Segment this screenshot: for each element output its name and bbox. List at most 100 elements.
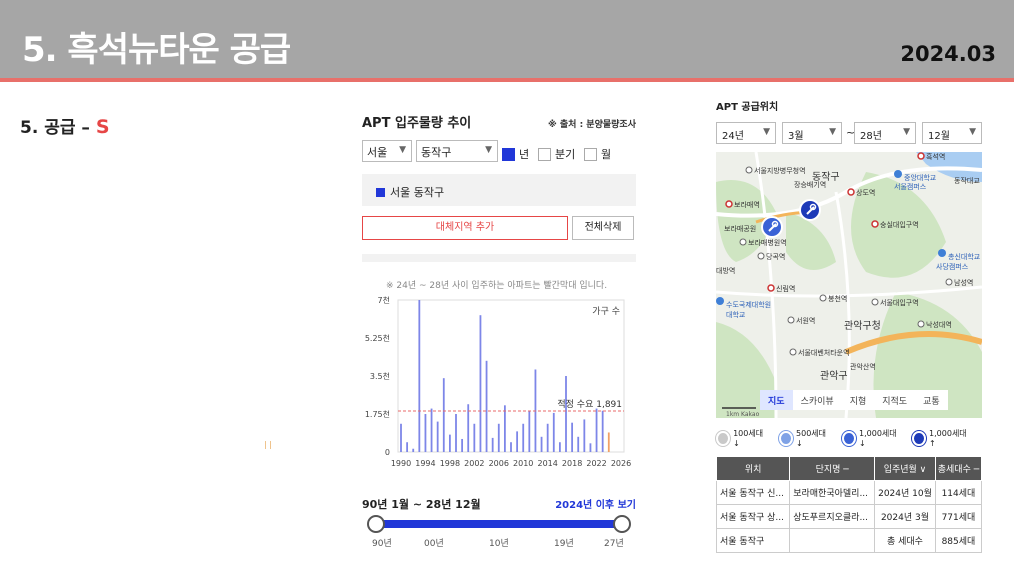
map-canvas[interactable]: 흑석역서울지방병무청역동작구장승배기역중앙대학교서울캠퍼스상도역동작대교보라매역… (716, 152, 982, 418)
column-header-complex[interactable]: 단지명 ─ (789, 456, 876, 481)
bar[interactable] (418, 300, 421, 452)
period-option-label: 월 (601, 148, 612, 161)
from-year-select[interactable]: 24년 ▼ (716, 122, 776, 144)
bar[interactable] (583, 419, 586, 452)
map-pin-icon (911, 430, 927, 446)
bar[interactable] (436, 421, 439, 452)
to-month-value: 12월 (928, 131, 950, 142)
bar[interactable] (601, 410, 604, 452)
to-year-select[interactable]: 28년 ▼ (854, 122, 916, 144)
period-range-label: 90년 1월 ~ 28년 12월 (362, 498, 481, 511)
bar[interactable] (491, 437, 494, 452)
station-icon (871, 220, 879, 228)
bar[interactable] (577, 436, 580, 452)
bar[interactable] (497, 423, 500, 452)
station-icon (917, 320, 925, 328)
cell-households: 114세대 (934, 480, 983, 505)
map-place-label: 중앙대학교 (904, 173, 937, 182)
bar[interactable] (455, 414, 457, 452)
period-option-quarter[interactable]: 분기 (538, 146, 575, 162)
bar[interactable] (522, 423, 525, 452)
city-select[interactable]: 서울 ▼ (362, 140, 412, 162)
map-place-label: 대학교 (726, 310, 746, 319)
to-month-select[interactable]: 12월 ▼ (922, 122, 982, 144)
bar[interactable] (424, 414, 427, 452)
bar[interactable] (485, 360, 488, 452)
legend-item: 1,000세대 ↓ (841, 428, 902, 448)
y-tick-label: 3.5천 (370, 371, 390, 381)
district-select[interactable]: 동작구 ▼ (416, 140, 498, 162)
region-color-swatch (376, 187, 385, 197)
table-row[interactable]: 서울 동작구 상... 상도푸르지오클라... 2024년 3월 771세대 (715, 504, 983, 529)
unit-label: 가구 수 (592, 306, 620, 317)
bar[interactable] (503, 405, 506, 452)
bar[interactable] (442, 378, 445, 452)
map-place-label: 서울대입구역 (880, 298, 919, 307)
bar[interactable] (528, 410, 531, 452)
slider-start-handle[interactable] (367, 515, 385, 533)
checkbox-quarter[interactable] (538, 147, 551, 161)
map-place-label: 흑석역 (926, 152, 945, 161)
station-icon (757, 252, 765, 260)
clear-all-button[interactable]: 전체삭제 (572, 216, 634, 240)
bar[interactable] (412, 448, 415, 452)
checkbox-year[interactable] (502, 147, 515, 161)
x-tick-label: 2014 (537, 459, 557, 468)
map-tab-skyview[interactable]: 스카이뷰 (793, 390, 842, 410)
map-tab-cadastral[interactable]: 지적도 (874, 390, 915, 410)
y-tick-label: 7천 (378, 296, 390, 305)
period-option-month[interactable]: 월 (584, 146, 611, 162)
bar[interactable] (430, 408, 433, 452)
cell-total-value: 885세대 (934, 528, 983, 553)
bar[interactable] (516, 431, 519, 452)
map-tab-traffic[interactable]: 교통 (915, 390, 948, 410)
bar[interactable] (565, 376, 567, 452)
map-tab-terrain[interactable]: 지형 (842, 390, 875, 410)
map-place-label: 당곡역 (766, 252, 785, 261)
map-place-label: 수도국제대학원 (726, 300, 771, 309)
x-tick-label: 1998 (440, 459, 460, 468)
table-row[interactable]: 서울 동작구 신... 보라매한국아델리... 2024년 10월 114세대 (715, 480, 983, 505)
bar[interactable] (607, 432, 610, 452)
period-option-year[interactable]: 년 (502, 146, 529, 162)
map-pin-icon (841, 430, 857, 446)
complex-pin-icon[interactable] (799, 199, 821, 221)
from-month-select[interactable]: 3월 ▼ (782, 122, 842, 144)
column-header-move-in[interactable]: 입주년월 ∨ (874, 456, 936, 481)
bar[interactable] (400, 423, 402, 452)
bar[interactable] (558, 442, 561, 452)
school-icon (894, 170, 902, 178)
bar[interactable] (448, 434, 451, 452)
bar[interactable] (546, 423, 549, 452)
section-title-accent: S (95, 116, 110, 138)
bar[interactable] (552, 412, 555, 452)
add-region-button[interactable]: 대체지역 추가 (362, 216, 568, 240)
period-slider-track[interactable] (376, 520, 622, 528)
bar[interactable] (589, 443, 592, 452)
slider-end-handle[interactable] (613, 515, 631, 533)
bar[interactable] (479, 315, 482, 452)
chevron-down-icon: ▼ (903, 127, 910, 137)
bar[interactable] (510, 442, 512, 452)
complex-pin-icon[interactable] (761, 216, 783, 238)
bar[interactable] (406, 442, 409, 452)
supply-map[interactable]: 흑석역 서울지방병무청역 동작구 장승배기역 중앙대학교 서울캠퍼스 상도역 동작대교 보라매역… (716, 152, 982, 418)
cell-total-label: 총 세대수 (874, 528, 936, 553)
x-tick-label: 1990 (391, 459, 411, 468)
map-tab-map[interactable]: 지도 (760, 390, 793, 410)
after-2024-link[interactable]: 2024년 이후 보기 (555, 496, 636, 511)
table-header-row: 위치 단지명 ─ 입주년월 ∨ 총세대수 ─ (715, 456, 983, 481)
bar[interactable] (473, 423, 476, 452)
chevron-down-icon: ▼ (485, 145, 492, 155)
bar[interactable] (595, 408, 598, 452)
section-title: 5. 공급 – S (20, 113, 110, 138)
region-item[interactable]: 서울 동작구 (376, 184, 444, 200)
bar[interactable] (571, 422, 574, 452)
bar[interactable] (461, 438, 464, 452)
checkbox-month[interactable] (584, 147, 597, 161)
bar[interactable] (540, 436, 543, 452)
column-header-location[interactable]: 위치 (715, 456, 791, 481)
x-tick-label: 2010 (513, 459, 533, 468)
column-header-households[interactable]: 총세대수 ─ (934, 456, 983, 481)
slider-label: 19년 (554, 539, 574, 549)
